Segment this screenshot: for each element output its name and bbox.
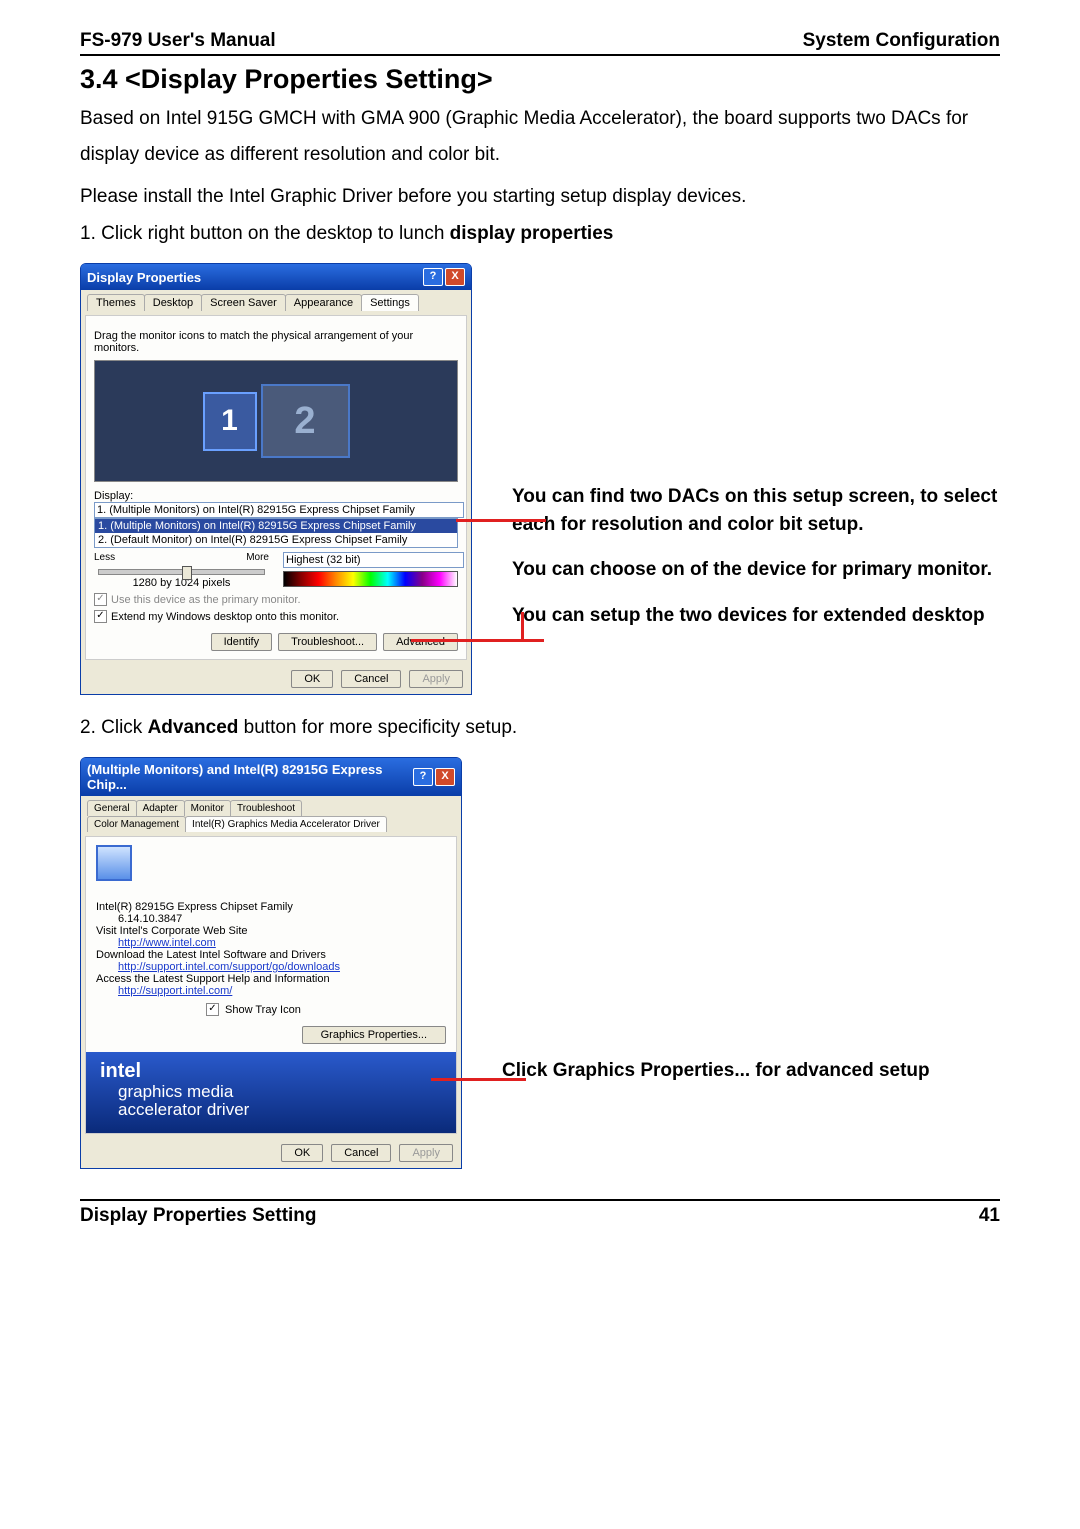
download-label: Download the Latest Intel Software and D… [96, 949, 446, 961]
display-option-2[interactable]: 2. (Default Monitor) on Intel(R) 82915G … [95, 533, 457, 547]
annotation-1b: You can choose on of the device for prim… [512, 556, 1000, 584]
tab-settings[interactable]: Settings [361, 294, 419, 311]
support-label: Access the Latest Support Help and Infor… [96, 973, 446, 985]
intro-paragraph-1: Based on Intel 915G GMCH with GMA 900 (G… [80, 101, 1000, 173]
extend-desktop-label: Extend my Windows desktop onto this moni… [111, 611, 339, 623]
step-2-pre: 2. Click [80, 717, 148, 738]
chipset-name: Intel(R) 82915G Express Chipset Family [96, 901, 446, 913]
support-link[interactable]: http://support.intel.com/ [118, 985, 232, 997]
intel-driver-icon [96, 845, 132, 881]
graphics-properties-button[interactable]: Graphics Properties... [302, 1026, 446, 1044]
callout-arrow-2h [411, 639, 544, 642]
extend-desktop-checkbox[interactable]: ✓ [94, 610, 107, 623]
tab-row-bottom: Color Management Intel(R) Graphics Media… [87, 816, 455, 832]
step-1-bold: display properties [450, 223, 614, 244]
footer-right: 41 [979, 1205, 1000, 1227]
close-icon[interactable]: X [445, 268, 465, 286]
chipset-version: 6.14.10.3847 [118, 913, 446, 925]
header-right: System Configuration [803, 30, 1000, 52]
intel-website-link[interactable]: http://www.intel.com [118, 937, 216, 949]
tab-monitor[interactable]: Monitor [184, 800, 231, 816]
cancel-button[interactable]: Cancel [331, 1144, 391, 1162]
step-1-pre: 1. Click right button on the desktop to … [80, 223, 450, 244]
help-icon[interactable]: ? [423, 268, 443, 286]
tab-screensaver[interactable]: Screen Saver [201, 294, 286, 311]
color-quality-select[interactable]: Highest (32 bit) [283, 552, 464, 568]
ok-button[interactable]: OK [291, 670, 333, 688]
intel-sub1: graphics media [118, 1083, 442, 1101]
footer-left: Display Properties Setting [80, 1205, 317, 1227]
ok-button[interactable]: OK [281, 1144, 323, 1162]
page-header: FS-979 User's Manual System Configuratio… [80, 30, 1000, 56]
apply-button[interactable]: Apply [399, 1144, 453, 1162]
callout-arrow-2v [521, 612, 524, 642]
dialog2-titlebar[interactable]: (Multiple Monitors) and Intel(R) 82915G … [81, 758, 461, 796]
intel-brand: intel [100, 1060, 442, 1083]
primary-monitor-checkbox[interactable]: ✓ [94, 593, 107, 606]
tray-icon-label: Show Tray Icon [225, 1004, 301, 1016]
step-2-post: button for more specificity setup. [238, 717, 517, 738]
display-select[interactable]: 1. (Multiple Monitors) on Intel(R) 82915… [94, 502, 464, 518]
display-label: Display: [94, 490, 458, 502]
primary-monitor-checkbox-row: ✓ Use this device as the primary monitor… [94, 593, 458, 606]
monitor-1-icon[interactable]: 1 [203, 392, 257, 451]
advanced-properties-dialog: (Multiple Monitors) and Intel(R) 82915G … [80, 757, 462, 1169]
close-icon[interactable]: X [435, 768, 455, 786]
drag-instruction: Drag the monitor icons to match the phys… [94, 330, 458, 354]
tray-icon-checkbox[interactable]: ✓ [206, 1003, 219, 1016]
tab-color-management[interactable]: Color Management [87, 816, 186, 832]
primary-monitor-label: Use this device as the primary monitor. [111, 594, 301, 606]
res-more: More [246, 552, 269, 563]
intel-banner: intel graphics media accelerator driver [86, 1052, 456, 1133]
troubleshoot-button[interactable]: Troubleshoot... [278, 633, 377, 651]
visit-website-label: Visit Intel's Corporate Web Site [96, 925, 446, 937]
color-spectrum [283, 571, 458, 587]
display-option-1[interactable]: 1. (Multiple Monitors) on Intel(R) 82915… [95, 519, 457, 533]
intro-paragraph-2: Please install the Intel Graphic Driver … [80, 179, 1000, 215]
annotation-2a: Click Graphics Properties... for advance… [502, 1057, 1000, 1085]
res-less: Less [94, 552, 115, 563]
step-2: 2. Click Advanced button for more specif… [80, 717, 1000, 739]
identify-button[interactable]: Identify [211, 633, 272, 651]
tab-intel-driver[interactable]: Intel(R) Graphics Media Accelerator Driv… [185, 816, 387, 832]
callout-arrow-3 [431, 1078, 526, 1081]
apply-button[interactable]: Apply [409, 670, 463, 688]
tab-general[interactable]: General [87, 800, 137, 816]
monitor-2-icon[interactable]: 2 [261, 384, 350, 458]
annotation-1c: You can setup the two devices for extend… [512, 602, 1000, 630]
display-dropdown-list[interactable]: 1. (Multiple Monitors) on Intel(R) 82915… [94, 518, 458, 548]
page-footer: Display Properties Setting 41 [80, 1199, 1000, 1227]
help-icon[interactable]: ? [413, 768, 433, 786]
tab-row: Themes Desktop Screen Saver Appearance S… [81, 290, 471, 311]
advanced-button[interactable]: Advanced [383, 633, 458, 651]
section-title: 3.4 <Display Properties Setting> [80, 64, 1000, 95]
download-link[interactable]: http://support.intel.com/support/go/down… [118, 961, 340, 973]
dialog2-title: (Multiple Monitors) and Intel(R) 82915G … [87, 762, 413, 792]
tab-desktop[interactable]: Desktop [144, 294, 202, 311]
extend-desktop-checkbox-row: ✓ Extend my Windows desktop onto this mo… [94, 610, 458, 623]
tab-themes[interactable]: Themes [87, 294, 145, 311]
header-left: FS-979 User's Manual [80, 30, 276, 52]
display-properties-dialog: Display Properties ? X Themes Desktop Sc… [80, 263, 472, 695]
intel-sub2: accelerator driver [118, 1101, 442, 1119]
cancel-button[interactable]: Cancel [341, 670, 401, 688]
resolution-slider[interactable] [98, 569, 265, 575]
tab-troubleshoot[interactable]: Troubleshoot [230, 800, 302, 816]
annotation-1a: You can find two DACs on this setup scre… [512, 483, 1000, 538]
tab-adapter[interactable]: Adapter [136, 800, 185, 816]
callout-arrow-1 [456, 519, 546, 522]
step-2-bold: Advanced [148, 717, 239, 738]
tab-appearance[interactable]: Appearance [285, 294, 362, 311]
monitor-arrangement[interactable]: 1 2 [94, 360, 458, 482]
step-1: 1. Click right button on the desktop to … [80, 223, 1000, 245]
dialog-title: Display Properties [87, 270, 201, 285]
tab-row-top: General Adapter Monitor Troubleshoot [87, 800, 455, 816]
dialog-titlebar[interactable]: Display Properties ? X [81, 264, 471, 290]
